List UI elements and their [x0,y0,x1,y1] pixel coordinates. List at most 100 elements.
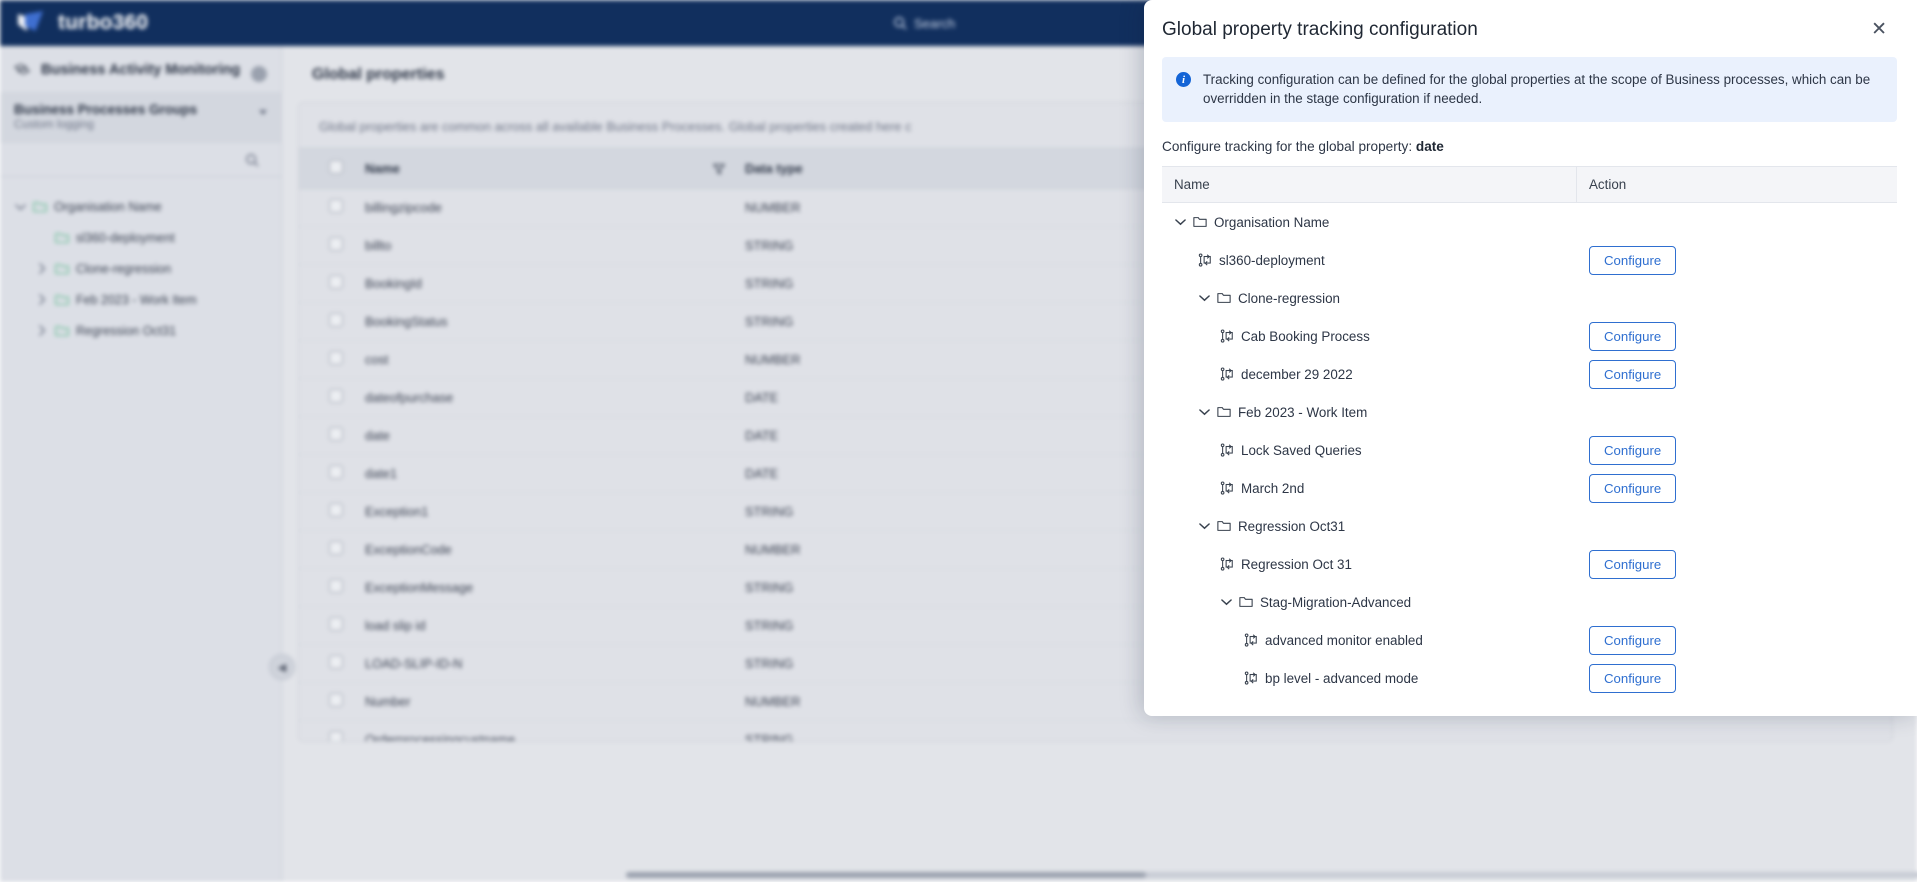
configure-button[interactable]: Configure [1589,321,1677,351]
bpg-title: Business Processes Groups [14,102,198,117]
sidebar-title: Business Activity Monitoring [0,46,281,92]
checkbox-icon[interactable] [329,541,343,555]
chevron-down-icon[interactable] [1174,216,1186,228]
configure-button[interactable]: Configure [1589,435,1677,465]
configure-button[interactable]: Configure [1589,473,1677,503]
tracking-row: March 2nd Configure [1162,469,1897,507]
checkbox-icon[interactable] [329,237,343,251]
checkbox-icon[interactable] [329,579,343,593]
tracking-row-name-cell[interactable]: advanced monitor enabled [1162,627,1577,654]
row-checkbox-cell[interactable] [299,644,355,683]
chevron-down-icon[interactable] [14,201,26,213]
configure-button[interactable]: Configure [1589,245,1677,275]
row-checkbox-cell[interactable] [299,492,355,531]
tracking-row-name-cell[interactable]: Regression Oct 31 [1162,551,1577,578]
select-all-header[interactable] [299,148,355,189]
sidebar-tree-item[interactable]: Regression Oct31 [0,315,281,346]
tracking-row-label: Feb 2023 - Work Item [1238,404,1368,420]
row-checkbox-cell[interactable] [299,188,355,227]
sidebar-tree-item[interactable]: Clone-regression [0,253,281,284]
chevron-right-icon[interactable] [36,325,48,337]
chevron-down-icon[interactable] [1198,406,1210,418]
sidebar-tree-item[interactable]: Feb 2023 - Work Item [0,284,281,315]
tracking-row-name-cell[interactable]: Cab Booking Process [1162,323,1577,350]
row-checkbox-cell[interactable] [299,416,355,455]
tracking-row-name-cell[interactable]: Stag-Migration-Advanced [1162,589,1577,616]
filter-icon[interactable] [713,163,725,175]
tracking-column-name: Name [1162,167,1577,203]
tracking-row-name-cell[interactable]: Clone-regression [1162,285,1577,312]
configure-button[interactable]: Configure [1589,625,1677,655]
table-row[interactable]: Orderprocessingcustname STRING [299,720,1892,741]
sidebar-search-input[interactable] [0,143,281,177]
row-checkbox-cell[interactable] [299,720,355,741]
bam-icon [14,63,31,75]
checkbox-icon[interactable] [329,693,343,707]
row-checkbox-cell[interactable] [299,606,355,645]
configure-button[interactable]: Configure [1589,359,1677,389]
tracking-table-header: Name Action [1162,166,1897,204]
row-checkbox-cell[interactable] [299,378,355,417]
tracking-row-name-cell[interactable]: sl360-deployment [1162,247,1577,274]
checkbox-icon[interactable] [329,313,343,327]
row-checkbox-cell[interactable] [299,568,355,607]
checkbox-icon[interactable] [329,617,343,631]
row-checkbox-cell[interactable] [299,682,355,721]
sidebar-title-label: Business Activity Monitoring [41,62,241,78]
checkbox-icon[interactable] [329,731,343,741]
chevron-right-icon[interactable] [36,294,48,306]
gear-icon[interactable] [251,66,267,82]
cell-name: date [355,416,735,455]
info-icon: i [1176,72,1191,87]
chevron-down-icon[interactable] [1198,520,1210,532]
tracking-row-name-cell[interactable]: december 29 2022 [1162,361,1577,388]
row-checkbox-cell[interactable] [299,264,355,303]
checkbox-icon[interactable] [329,465,343,479]
brand-name: turbo360 [58,11,149,34]
checkbox-icon[interactable] [329,427,343,441]
row-checkbox-cell[interactable] [299,302,355,341]
tracking-row-name-cell[interactable]: bp level - advanced mode [1162,665,1577,692]
checkbox-icon[interactable] [329,160,343,174]
tracking-row-label: bp level - advanced mode [1265,670,1419,686]
global-property-tracking-modal: Global property tracking configuration ✕… [1144,0,1917,716]
business-process-group-selector[interactable]: Business Processes Groups Custom logging [0,92,281,143]
close-icon[interactable]: ✕ [1865,18,1893,41]
chevron-down-icon[interactable] [1220,596,1232,608]
row-checkbox-cell[interactable] [299,340,355,379]
tracking-row-name-cell[interactable]: Lock Saved Queries [1162,437,1577,464]
chevron-right-icon[interactable] [36,263,48,275]
checkbox-icon[interactable] [329,275,343,289]
tracking-row-label: March 2nd [1241,480,1305,496]
configure-button[interactable]: Configure [1589,549,1677,579]
tracking-row: december 29 2022 Configure [1162,355,1897,393]
row-checkbox-cell[interactable] [299,226,355,265]
row-checkbox-cell[interactable] [299,530,355,569]
checkbox-icon[interactable] [329,503,343,517]
sidebar-tree-item[interactable]: Organisation Name [0,191,281,222]
cell-name: date1 [355,454,735,493]
row-checkbox-cell[interactable] [299,454,355,493]
cell-name: cost [355,340,735,379]
cell-name: ExceptionCode [355,530,735,569]
chevron-down-icon[interactable] [1198,292,1210,304]
tracking-row: Regression Oct 31 Configure [1162,545,1897,583]
tracking-row-label: Clone-regression [1238,290,1340,306]
column-header-name[interactable]: Name [355,148,735,189]
tracking-row-name-cell[interactable]: Regression Oct31 [1162,513,1577,540]
configure-button[interactable]: Configure [1589,663,1677,693]
tracking-row-name-cell[interactable]: Organisation Name [1162,209,1577,236]
cell-name: BookingId [355,264,735,303]
chevron-down-icon [259,110,267,115]
cell-datatype: STRING [735,720,1892,741]
checkbox-icon[interactable] [329,389,343,403]
checkbox-icon[interactable] [329,655,343,669]
sidebar-collapse-handle[interactable]: ◀ [269,654,295,680]
horizontal-scrollbar[interactable] [626,872,1917,878]
tracking-row-name-cell[interactable]: March 2nd [1162,475,1577,502]
sidebar-tree-item[interactable]: sl360-deployment [0,222,281,253]
tracking-row-name-cell[interactable]: Feb 2023 - Work Item [1162,399,1577,426]
folder-icon [1193,217,1207,227]
checkbox-icon[interactable] [329,199,343,213]
checkbox-icon[interactable] [329,351,343,365]
